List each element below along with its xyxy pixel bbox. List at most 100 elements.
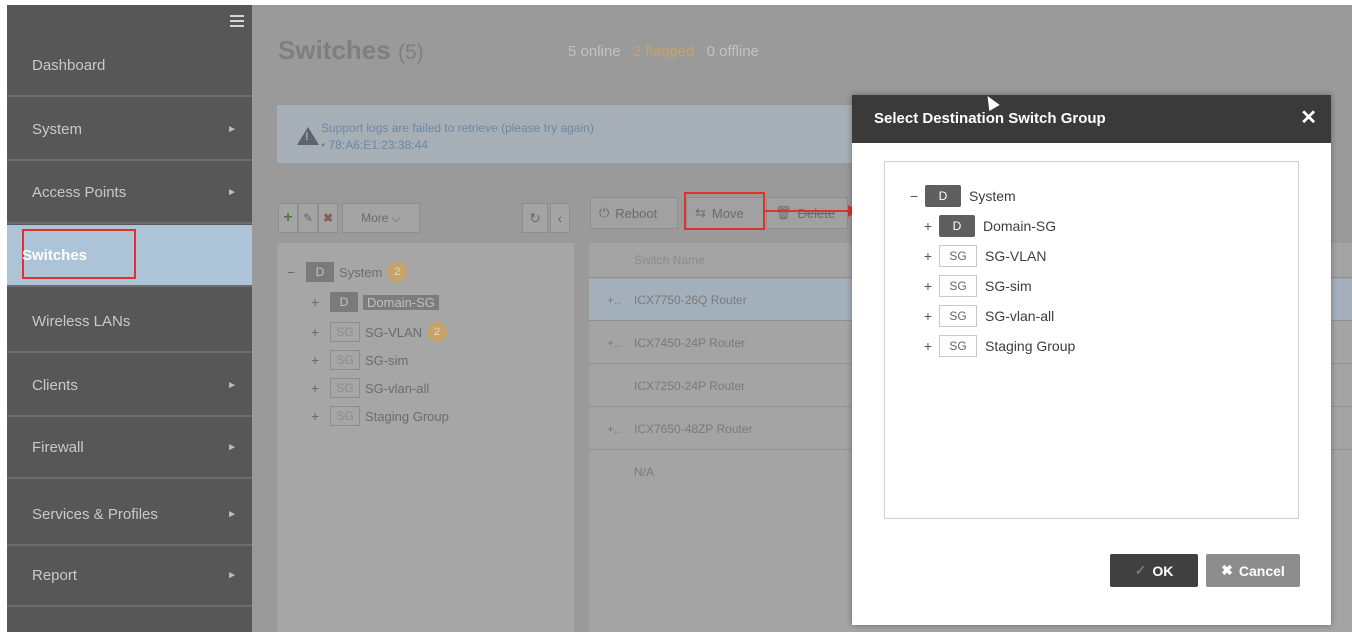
tree-item-label: Domain-SG [983, 218, 1057, 234]
count-badge: 2 [427, 322, 448, 342]
sidebar-item-label: Services & Profiles [32, 505, 158, 523]
switch-group-badge: SG [939, 275, 977, 297]
alert-banner: ! Support logs are failed to retrieve (p… [277, 105, 877, 163]
flagged-count[interactable]: 2 flagged [633, 43, 695, 60]
expand-icon[interactable]: + [921, 278, 935, 294]
tree-item-label: SG-VLAN [365, 324, 423, 340]
tree-item-sg-sim[interactable]: + SG SG-sim [921, 274, 1032, 298]
sidebar-item-label: Firewall [32, 438, 84, 456]
tree-item-label: Staging Group [985, 338, 1076, 354]
domain-badge: D [306, 262, 334, 282]
cancel-button[interactable]: ✖ Cancel [1206, 554, 1300, 587]
tree-item-label: SG-vlan-all [365, 380, 430, 396]
expand-icon[interactable]: + [921, 308, 935, 324]
expand-icon[interactable]: + [921, 338, 935, 354]
switch-group-badge: SG [330, 378, 360, 398]
tree-item-sg-vlan[interactable]: + SG SG-VLAN 2 [311, 321, 448, 343]
sidebar-item-wireless-lans[interactable]: Wireless LANs [7, 291, 252, 353]
collapse-icon[interactable]: − [907, 188, 921, 204]
sidebar-item-report[interactable]: Report ► [7, 545, 252, 607]
tree-item-system[interactable]: − D System [907, 184, 1016, 208]
tree-item-sg-vlan[interactable]: + SG SG-VLAN [921, 244, 1046, 268]
sidebar-item-dashboard[interactable]: Dashboard [7, 35, 252, 97]
reboot-button[interactable]: ⏻ Reboot [590, 197, 678, 229]
sidebar-item-label: Report [32, 566, 78, 584]
expand-icon[interactable]: + [311, 408, 325, 424]
sidebar-item-switches[interactable]: Switches [7, 225, 252, 287]
domain-badge: D [925, 185, 961, 207]
switch-group-badge: SG [330, 406, 360, 426]
dialog-header: Select Destination Switch Group ✕ [852, 95, 1331, 143]
select-destination-dialog: Select Destination Switch Group ✕ − D Sy… [852, 95, 1331, 625]
tree-item-label: System [969, 188, 1016, 204]
offline-count[interactable]: 0 offline [707, 43, 759, 60]
tree-item-sg-sim[interactable]: + SG SG-sim [311, 349, 408, 371]
tree-item-domain-sg[interactable]: + D Domain-SG [921, 214, 1056, 238]
tree-item-sg-vlan-all[interactable]: + SG SG-vlan-all [311, 377, 429, 399]
trash-icon: 🗑 [775, 205, 792, 220]
sidebar-item-label: System [32, 120, 83, 138]
chevron-right-icon: ► [227, 186, 237, 198]
tree-item-staging-group[interactable]: + SG Staging Group [921, 334, 1075, 358]
tree-item-label: System [339, 264, 383, 280]
sidebar-item-firewall[interactable]: Firewall ► [7, 417, 252, 479]
expand-icon[interactable]: + [311, 324, 325, 340]
sidebar-item-services-profiles[interactable]: Services & Profiles ► [7, 484, 252, 546]
alert-message: Support logs are failed to retrieve (ple… [321, 121, 594, 135]
annotation-arrow-line [765, 210, 853, 212]
tree-item-label: SG-sim [365, 352, 409, 368]
collapse-icon[interactable]: ‹ [550, 203, 570, 233]
move-highlight-box [684, 192, 765, 230]
alert-mac: • 78:A6:E1:23:38:44 [321, 138, 428, 152]
switch-group-badge: SG [939, 335, 977, 357]
refresh-icon[interactable]: ↻ [522, 203, 548, 233]
tree-item-label: Staging Group [365, 408, 449, 424]
online-count[interactable]: 5 online [568, 43, 621, 60]
close-icon[interactable]: ✕ [1300, 105, 1317, 130]
page-title-text: Switches [278, 35, 391, 65]
app-root: Dashboard System ► Access Points ► Switc… [0, 0, 1352, 632]
delete-icon[interactable]: ✖ [318, 203, 338, 233]
switch-group-badge: SG [939, 245, 977, 267]
tree-item-domain-sg[interactable]: + D Domain-SG [311, 291, 439, 313]
tree-item-staging-group[interactable]: + SG Staging Group [311, 405, 449, 427]
sidebar-item-system[interactable]: System ► [7, 99, 252, 161]
chevron-right-icon: ► [227, 508, 237, 520]
power-icon: ⏻ [599, 205, 610, 220]
sidebar-item-clients[interactable]: Clients ► [7, 355, 252, 417]
hamburger-menu-icon[interactable] [230, 15, 244, 27]
destination-tree: − D System + D Domain-SG + SG SG-VLAN + … [884, 161, 1299, 519]
edit-icon[interactable]: ✎ [298, 203, 318, 233]
expand-icon[interactable]: + [921, 248, 935, 264]
sidebar-item-access-points[interactable]: Access Points ► [7, 162, 252, 224]
sidebar: Dashboard System ► Access Points ► Switc… [7, 5, 252, 632]
more-dropdown[interactable]: More ⌵ [342, 203, 420, 233]
tree-item-label: SG-vlan-all [985, 308, 1055, 324]
sidebar-item-label: Dashboard [32, 56, 106, 74]
sidebar-item-label: Switches [22, 246, 88, 264]
sidebar-item-label: Clients [32, 376, 78, 394]
tree-item-label: Domain-SG [363, 294, 439, 310]
tree-item-sg-vlan-all[interactable]: + SG SG-vlan-all [921, 304, 1054, 328]
chevron-right-icon: ► [227, 569, 237, 581]
switch-group-badge: SG [330, 350, 360, 370]
tree-item-system[interactable]: − D System 2 [287, 261, 408, 283]
tree-item-label: SG-VLAN [985, 248, 1047, 264]
domain-badge: D [330, 292, 358, 312]
domain-badge: D [939, 215, 975, 237]
delete-button[interactable]: 🗑 Delete [766, 197, 848, 229]
expand-icon[interactable]: + [311, 352, 325, 368]
expand-icon[interactable]: + [311, 294, 325, 310]
expand-icon[interactable]: +.. [607, 408, 621, 450]
tree-item-label: SG-sim [985, 278, 1032, 294]
expand-icon[interactable]: +.. [607, 279, 621, 321]
ok-button[interactable]: ✓ OK [1110, 554, 1198, 587]
add-icon[interactable]: + [278, 203, 298, 233]
switch-count: (5) [397, 41, 424, 64]
expand-icon[interactable]: + [921, 218, 935, 234]
checkmark-icon: ✓ [1134, 562, 1147, 578]
expand-icon[interactable]: + [311, 380, 325, 396]
expand-icon[interactable]: +.. [607, 322, 621, 364]
collapse-icon[interactable]: − [287, 264, 301, 280]
close-icon: ✖ [1221, 562, 1233, 578]
